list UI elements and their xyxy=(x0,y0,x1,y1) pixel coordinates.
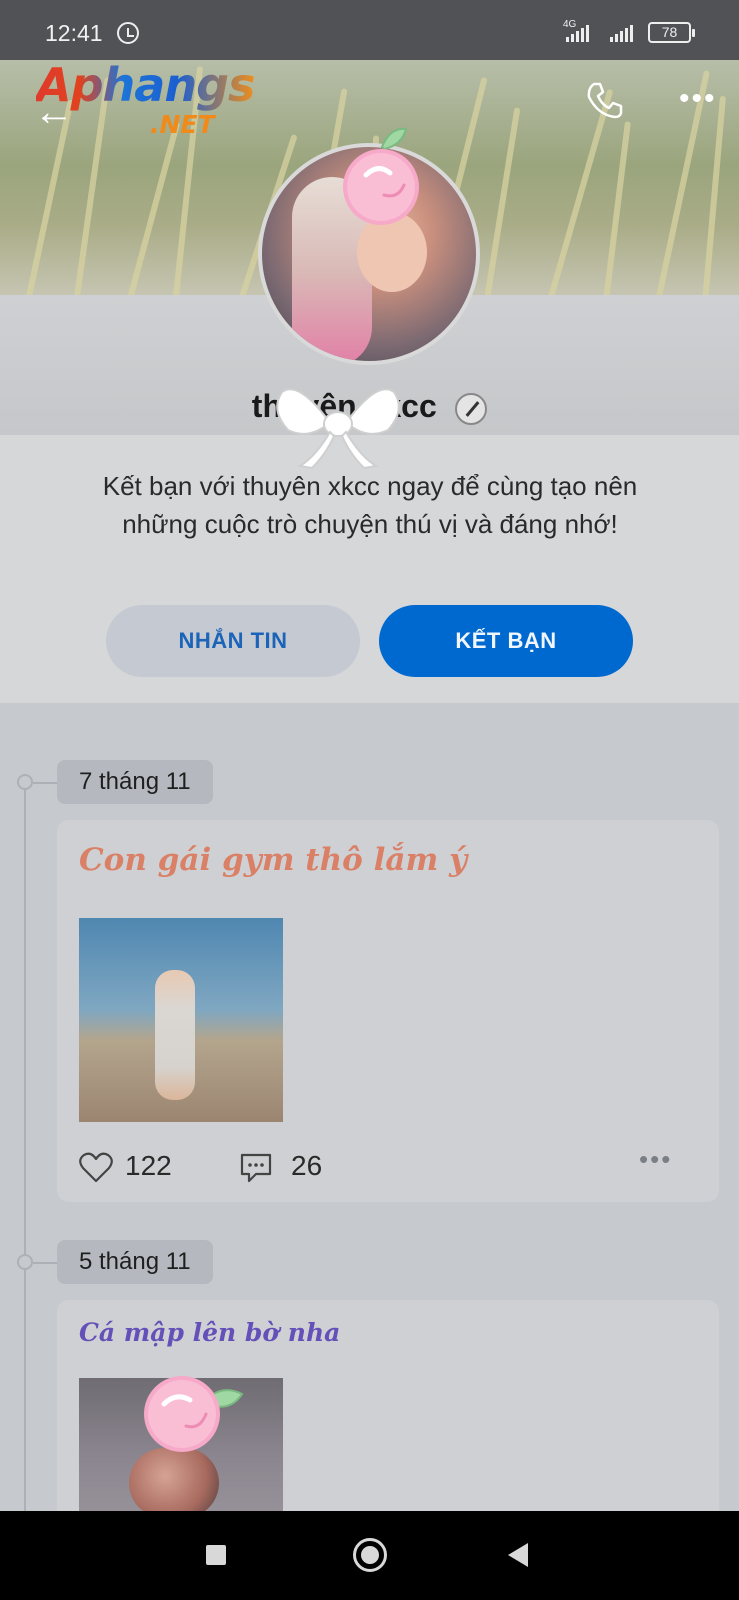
post-date: 5 tháng 11 xyxy=(57,1240,213,1284)
peach-sticker-icon xyxy=(338,125,424,234)
timeline-dot xyxy=(17,1254,33,1270)
heart-icon[interactable] xyxy=(79,1152,113,1189)
watermark-domain: .NET xyxy=(150,110,215,139)
battery-icon: 78 xyxy=(648,22,695,43)
more-dots-icon[interactable]: ••• xyxy=(679,84,717,114)
signal-icon xyxy=(566,24,589,42)
status-time: 12:41 xyxy=(45,20,103,46)
signal-icon-2 xyxy=(610,24,633,42)
pencil-icon[interactable] xyxy=(455,392,488,425)
post-actions: 122 26 ••• xyxy=(79,1144,679,1190)
timeline-dot xyxy=(17,774,33,790)
phone-icon[interactable] xyxy=(584,80,624,125)
alarm-icon xyxy=(117,22,139,44)
recent-apps-icon[interactable] xyxy=(206,1545,226,1565)
intro-text: Kết bạn với thuyên xkcc ngay để cùng tạo… xyxy=(102,471,638,539)
post-date: 7 tháng 11 xyxy=(57,760,213,804)
comment-icon[interactable] xyxy=(239,1152,273,1189)
comment-count: 26 xyxy=(291,1150,323,1181)
peach-sticker-icon xyxy=(142,1370,248,1461)
back-arrow-icon[interactable]: ← xyxy=(34,90,74,135)
status-bar: 12:41 4G 78 xyxy=(0,0,739,60)
bow-sticker-icon xyxy=(268,380,408,475)
post-card[interactable]: Con gái gym thô lắm ý 122 26 ••• xyxy=(57,820,719,1202)
message-button[interactable]: NHẮN TIN xyxy=(106,605,360,677)
battery-level: 78 xyxy=(661,24,678,40)
timeline-line xyxy=(24,783,26,1511)
post-more-icon[interactable]: ••• xyxy=(639,1144,672,1175)
add-friend-button[interactable]: KẾT BẠN xyxy=(379,605,633,677)
friend-intro-panel: Kết bạn với thuyên xkcc ngay để cùng tạo… xyxy=(0,435,739,703)
post-title: Cá mập lên bờ nha xyxy=(79,1318,341,1347)
post-photo[interactable] xyxy=(79,918,283,1122)
home-icon[interactable] xyxy=(353,1538,387,1572)
back-triangle-icon[interactable] xyxy=(508,1543,528,1567)
system-nav-bar xyxy=(0,1511,739,1600)
post-title: Con gái gym thô lắm ý xyxy=(79,842,468,878)
like-count: 122 xyxy=(125,1150,172,1181)
timeline-feed[interactable]: 7 tháng 11 Con gái gym thô lắm ý 122 26 … xyxy=(0,703,739,1511)
